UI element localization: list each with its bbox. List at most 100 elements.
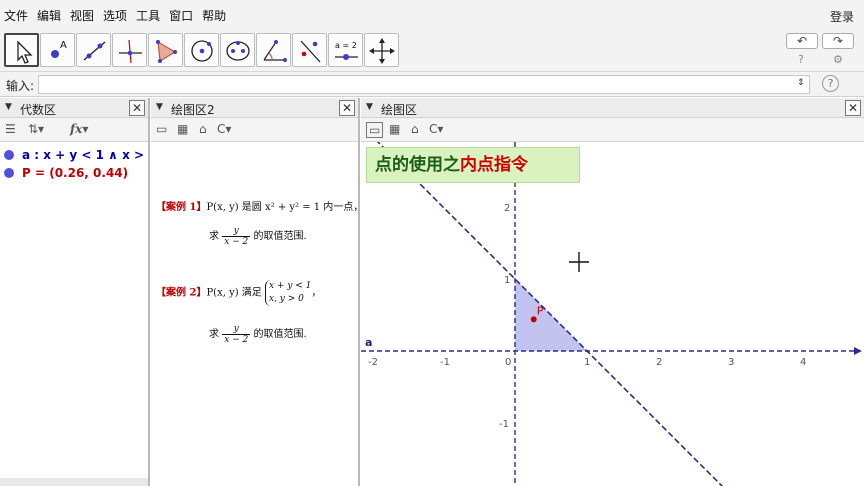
axes-toggle-icon[interactable]: ▭ bbox=[366, 122, 384, 138]
settings-gear-icon[interactable]: ⚙ bbox=[833, 53, 843, 66]
graphics-title: 绘图区 bbox=[381, 103, 418, 117]
menu-help[interactable]: 帮助 bbox=[202, 7, 226, 24]
point-capture-icon[interactable]: C▾ bbox=[217, 122, 231, 136]
redo-button[interactable]: ↷ bbox=[822, 33, 854, 49]
graphics-toolbar: ▭ ▦ ⌂ C▾ bbox=[361, 118, 864, 142]
graphics2-toolbar: ▭ ▦ ⌂ C▾ bbox=[151, 118, 358, 142]
angle-tool-button[interactable] bbox=[256, 33, 291, 67]
case2-question: 求 yx − 2 的取值范围. bbox=[209, 324, 307, 345]
home-icon[interactable]: ⌂ bbox=[199, 122, 207, 136]
visibility-dot-icon[interactable] bbox=[4, 168, 14, 178]
command-input[interactable] bbox=[38, 75, 810, 94]
undo-button[interactable]: ↶ bbox=[786, 33, 818, 49]
grid-toggle-icon[interactable]: ▦ bbox=[177, 122, 188, 136]
graphics2-close-button[interactable]: ✕ bbox=[339, 100, 355, 116]
menu-view[interactable]: 视图 bbox=[70, 7, 94, 24]
input-bar: 输入: ⇕ ? bbox=[0, 72, 864, 97]
algebra-item-a-text: a : x + y < 1 ∧ x > bbox=[22, 148, 145, 162]
menu-window[interactable]: 窗口 bbox=[169, 7, 193, 24]
y-tick-label: 2 bbox=[504, 203, 510, 214]
menu-file[interactable]: 文件 bbox=[4, 7, 28, 24]
circle-icon bbox=[191, 40, 213, 62]
reflect-line-icon bbox=[300, 40, 321, 63]
banner-highlight: 内点指令 bbox=[460, 155, 528, 175]
case2-pre: P(x, y) 满足 bbox=[206, 287, 262, 299]
case2-tag: 【案例 2】 bbox=[156, 287, 207, 299]
case1-statement: 【案例 1】P(x, y) 是圆 x² + y² = 1 内一点， bbox=[156, 198, 363, 213]
axes-toggle-icon[interactable]: ▭ bbox=[156, 122, 167, 136]
case2-post: ， bbox=[311, 287, 322, 299]
ellipse-icon bbox=[226, 41, 250, 61]
point-p-label: P bbox=[537, 304, 544, 317]
algebra-view: ▼ 代数区 ✕ ☰ ⇅▾ fx▾ a : x + y < 1 ∧ x > P =… bbox=[0, 98, 150, 486]
case1-tag: 【案例 1】 bbox=[156, 202, 207, 213]
line-label-a: a bbox=[365, 336, 372, 349]
graphics-close-button[interactable]: ✕ bbox=[845, 100, 861, 116]
case2-statement: 【案例 2】P(x, y) 满足 x + y < 1 x, y > 0 ， bbox=[156, 280, 321, 306]
algebra-item-p-text: P = (0.26, 0.44) bbox=[22, 166, 129, 180]
x-tick-label: -1 bbox=[440, 357, 450, 368]
cursor-crosshair-icon bbox=[569, 252, 589, 272]
point-capture-icon[interactable]: C▾ bbox=[429, 122, 443, 136]
conic-tool-button[interactable] bbox=[220, 33, 255, 67]
algebra-close-button[interactable]: ✕ bbox=[129, 100, 145, 116]
x-tick-label: 4 bbox=[800, 357, 806, 368]
description-mode-icon[interactable]: fx▾ bbox=[70, 122, 88, 136]
menu-tools[interactable]: 工具 bbox=[136, 7, 160, 24]
coordinate-plane[interactable]: -2 -1 0 1 2 3 4 2 1 -1 a P bbox=[361, 142, 864, 486]
input-dropdown-icon[interactable]: ⇕ bbox=[797, 78, 805, 88]
point-icon: A bbox=[51, 40, 67, 58]
svg-text:A: A bbox=[60, 40, 67, 51]
case2-frac-num: y bbox=[222, 324, 251, 335]
slider-tool-button[interactable]: a = 2 bbox=[328, 33, 363, 67]
graphics-title-bar: ▼ 绘图区 ✕ bbox=[361, 98, 864, 118]
x-axis-arrow bbox=[854, 347, 862, 355]
algebra-scrollbar[interactable] bbox=[0, 478, 148, 486]
x-tick-label: 3 bbox=[728, 357, 734, 368]
collapse-triangle-icon[interactable]: ▼ bbox=[156, 102, 163, 112]
line-tool-button[interactable] bbox=[76, 33, 111, 67]
banner-text: 点的使用之 bbox=[375, 155, 460, 175]
case1-tail: 的取值范围. bbox=[253, 231, 307, 242]
circle-tool-button[interactable] bbox=[184, 33, 219, 67]
line-icon bbox=[83, 41, 106, 61]
cursor-arrow-icon bbox=[17, 40, 33, 64]
menu-edit[interactable]: 编辑 bbox=[37, 7, 61, 24]
collapse-triangle-icon[interactable]: ▼ bbox=[5, 102, 12, 112]
move-cross-icon bbox=[369, 38, 395, 64]
algebra-item-p[interactable]: P = (0.26, 0.44) bbox=[4, 166, 128, 180]
case1-ask: 求 bbox=[209, 231, 219, 242]
axis-ticks: -2 -1 0 1 2 3 4 2 1 -1 bbox=[368, 203, 806, 430]
home-icon[interactable]: ⌂ bbox=[411, 122, 419, 136]
algebra-title-bar: ▼ 代数区 ✕ bbox=[0, 98, 148, 118]
sort-icon[interactable]: ⇅▾ bbox=[28, 122, 44, 136]
slider-label: a = 2 bbox=[335, 41, 357, 50]
case2-system: x + y < 1 x, y > 0 bbox=[265, 280, 311, 306]
menu-bar: 文件 编辑 视图 选项 工具 窗口 帮助 登录 bbox=[0, 0, 864, 30]
grid-toggle-icon[interactable]: ▦ bbox=[389, 122, 400, 136]
point-tool-button[interactable]: A bbox=[40, 33, 75, 67]
case2-sys-1: x + y < 1 bbox=[269, 281, 312, 291]
login-link[interactable]: 登录 bbox=[830, 8, 854, 25]
polygon-tool-button[interactable] bbox=[148, 33, 183, 67]
y-tick-label: -1 bbox=[499, 419, 509, 430]
help-icon[interactable]: ? bbox=[798, 53, 804, 66]
menu-options[interactable]: 选项 bbox=[103, 7, 127, 24]
graphics2-view: ▼ 绘图区2 ✕ ▭ ▦ ⌂ C▾ 【案例 1】P(x, y) 是圆 x² + … bbox=[151, 98, 363, 486]
reflect-tool-button[interactable] bbox=[292, 33, 327, 67]
move-view-tool-button[interactable] bbox=[364, 33, 399, 67]
x-tick-label: -2 bbox=[368, 357, 378, 368]
polygon-icon bbox=[156, 40, 177, 63]
angle-icon bbox=[263, 40, 287, 62]
algebra-item-a[interactable]: a : x + y < 1 ∧ x > bbox=[4, 148, 144, 162]
input-help-icon[interactable]: ? bbox=[822, 75, 839, 92]
perpendicular-tool-button[interactable] bbox=[112, 33, 147, 67]
input-label: 输入: bbox=[6, 79, 35, 93]
auxiliary-objects-icon[interactable]: ☰ bbox=[5, 122, 16, 136]
slider-icon: a = 2 bbox=[335, 41, 358, 60]
y-tick-label: 1 bbox=[504, 275, 510, 286]
case1-frac-num: y bbox=[222, 226, 251, 237]
move-tool-button[interactable] bbox=[4, 33, 39, 67]
visibility-dot-icon[interactable] bbox=[4, 150, 14, 160]
collapse-triangle-icon[interactable]: ▼ bbox=[366, 102, 373, 112]
